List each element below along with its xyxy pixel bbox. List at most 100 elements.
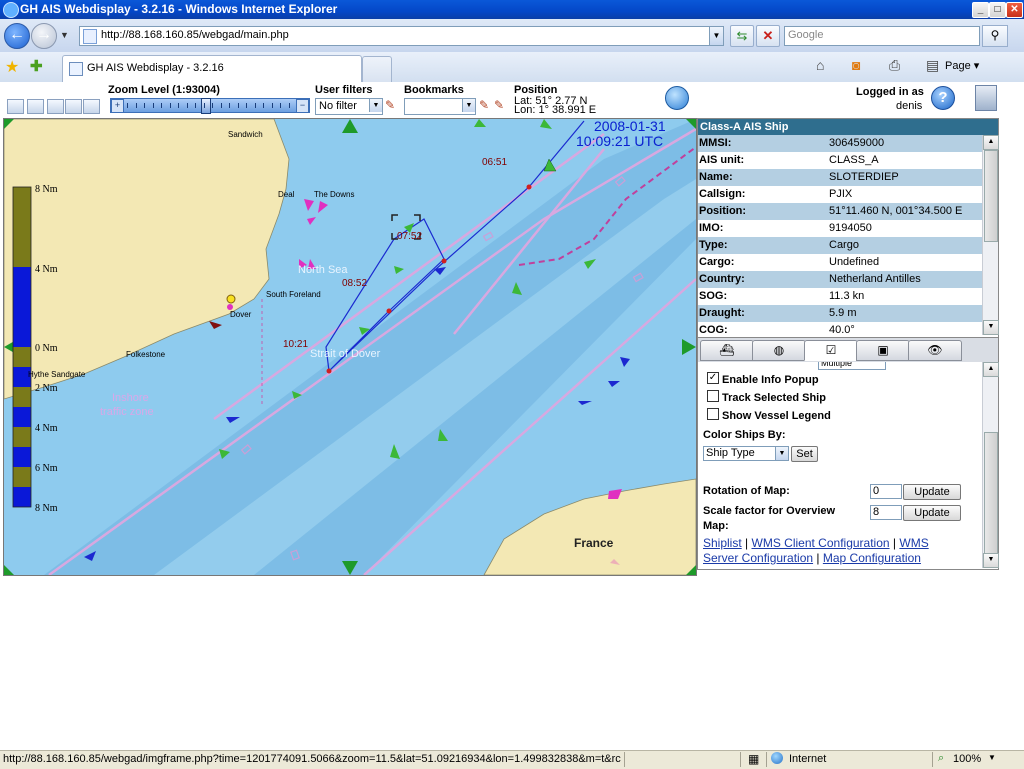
add-bookmark-icon[interactable]: ✎	[479, 98, 489, 112]
forward-button[interactable]: →	[31, 23, 57, 49]
zoom-slider[interactable]: + −	[110, 98, 310, 114]
measure-icon[interactable]	[83, 99, 100, 114]
info-value: 51°11.460 N, 001°34.500 E	[829, 205, 963, 217]
place-sandwich: Sandwich	[228, 130, 263, 139]
shiplist-link[interactable]: Shiplist	[703, 536, 742, 550]
page-menu-icon[interactable]: ▤	[926, 57, 939, 74]
delete-bookmark-icon[interactable]: ✎	[494, 98, 504, 112]
rotation-input[interactable]: 0	[870, 484, 902, 499]
map-view[interactable]: 8 Nm 4 Nm 0 Nm 2 Nm 4 Nm 6 Nm 8 Nm Sandw…	[3, 118, 697, 576]
scale-label: 6 Nm	[35, 463, 58, 474]
logged-in-label: Logged in as	[856, 86, 924, 98]
tab-view[interactable]: 👁	[908, 340, 962, 361]
refresh-button[interactable]: ⇆	[730, 25, 754, 47]
info-key: Name:	[699, 171, 733, 183]
favorites-star-icon[interactable]: ★	[5, 57, 19, 77]
partial-select[interactable]: Multiple	[818, 362, 886, 370]
zoom-tick	[280, 103, 281, 108]
zoom-dropdown-icon[interactable]: ▼	[988, 753, 996, 762]
zoom-tick	[178, 103, 179, 108]
wms-link[interactable]: WMS	[899, 536, 928, 550]
info-key: COG:	[699, 324, 728, 335]
edit-filter-icon[interactable]: ✎	[385, 98, 395, 112]
place-folkestone: Folkestone	[126, 350, 166, 359]
close-button[interactable]: ✕	[1006, 2, 1023, 18]
bookmark-select[interactable]: ▼	[404, 98, 476, 115]
tab-options[interactable]: ☑	[804, 340, 858, 361]
panel-title: Class-A AIS Ship	[698, 119, 998, 135]
new-tab-button[interactable]	[362, 56, 392, 82]
rotation-update-button[interactable]: Update	[903, 484, 961, 500]
info-key: Position:	[699, 205, 747, 217]
maximize-button[interactable]: □	[989, 2, 1006, 18]
history-dropdown-icon[interactable]: ▼	[60, 30, 69, 40]
window-titlebar[interactable]: GH AIS Webdisplay - 3.2.16 - Windows Int…	[0, 0, 1024, 19]
zoom-icon[interactable]: ⌕	[938, 752, 944, 765]
vessel-legend-checkbox[interactable]	[707, 408, 719, 420]
place-south-foreland: South Foreland	[266, 290, 321, 299]
minimize-button[interactable]: _	[972, 2, 989, 18]
set-button[interactable]: Set	[791, 446, 818, 462]
color-by-select[interactable]: Ship Type ▼	[703, 446, 789, 461]
page-menu-button[interactable]: Page ▾	[945, 59, 979, 72]
zoom-tick	[203, 103, 205, 108]
color-by-label: Color Ships By:	[703, 429, 786, 441]
scroll-down-icon[interactable]: ▼	[983, 553, 999, 568]
address-bar[interactable]: http://88.168.160.85/webgad/main.php ▼	[79, 26, 724, 46]
select-icon[interactable]	[27, 99, 44, 114]
scroll-down-icon[interactable]: ▼	[983, 320, 999, 335]
scroll-up-icon[interactable]: ▲	[983, 135, 999, 150]
rotation-label: Rotation of Map:	[703, 485, 790, 497]
map-config-link[interactable]: Map Configuration	[823, 551, 921, 565]
stop-button[interactable]: ✕	[756, 25, 780, 47]
user-filter-select[interactable]: No filter ▼	[315, 98, 383, 115]
info-value: Undefined	[829, 256, 880, 268]
address-dropdown-icon[interactable]: ▼	[709, 27, 723, 45]
status-url: http://88.168.160.85/webgad/imgframe.php…	[3, 753, 621, 765]
options-pane: Multiple ✓ Enable Info Popup Track Selec…	[698, 362, 998, 569]
overview-icon[interactable]	[7, 99, 24, 114]
map-date: 2008-01-31	[594, 119, 666, 134]
info-key: SOG:	[699, 290, 728, 302]
wms-client-link[interactable]: WMS Client Configuration	[752, 536, 890, 550]
scale-factor-input[interactable]: 8	[870, 505, 902, 520]
info-row: Position: 51°11.460 N, 001°34.500 E	[698, 203, 982, 220]
tab-ships[interactable]: ⛴	[700, 340, 754, 361]
address-input[interactable]: http://88.168.160.85/webgad/main.php	[101, 29, 289, 41]
scroll-thumb[interactable]	[984, 150, 998, 242]
scale-label: 2 Nm	[35, 383, 58, 394]
zoom-icon[interactable]	[47, 99, 64, 114]
info-value: 5.9 m	[829, 307, 857, 319]
scroll-thumb[interactable]	[984, 432, 998, 554]
internet-zone-icon	[771, 752, 783, 764]
zoom-in-button[interactable]: +	[111, 99, 124, 113]
track-ship-checkbox[interactable]	[707, 390, 719, 402]
tab-map[interactable]: ◍	[752, 340, 806, 361]
search-ship-icon[interactable]	[65, 99, 82, 114]
logout-icon[interactable]	[975, 85, 997, 111]
info-scrollbar[interactable]: ▲ ▼	[982, 135, 999, 335]
home-icon[interactable]: ⌂	[816, 57, 824, 73]
dover-marker	[226, 294, 236, 304]
clock-icon[interactable]	[665, 86, 689, 110]
scroll-up-icon[interactable]: ▲	[983, 362, 999, 377]
tab-ais-webdisplay[interactable]: GH AIS Webdisplay - 3.2.16	[62, 55, 362, 82]
chevron-down-icon: ▼	[369, 99, 382, 112]
info-row: Name: SLOTERDIEP	[698, 169, 982, 186]
info-row: Callsign: PJIX	[698, 186, 982, 203]
search-input[interactable]: Google	[784, 26, 980, 46]
server-config-link[interactable]: Server Configuration	[703, 551, 813, 565]
enable-popup-checkbox[interactable]: ✓	[707, 372, 719, 384]
zoom-out-button[interactable]: −	[296, 99, 309, 113]
scale-update-button[interactable]: Update	[903, 505, 961, 521]
back-button[interactable]: ←	[4, 23, 30, 49]
scale-bar	[12, 186, 32, 508]
feeds-icon[interactable]: ◙	[852, 57, 860, 73]
add-favorite-icon[interactable]: ✚	[30, 57, 43, 75]
options-scrollbar[interactable]: ▲ ▼	[982, 362, 999, 568]
tab-layers[interactable]: ▣	[856, 340, 910, 361]
help-icon[interactable]: ?	[931, 86, 955, 110]
print-icon[interactable]: ⎙	[889, 57, 900, 74]
zoom-level[interactable]: 100%	[953, 753, 981, 765]
search-button[interactable]: ⚲	[982, 25, 1008, 47]
